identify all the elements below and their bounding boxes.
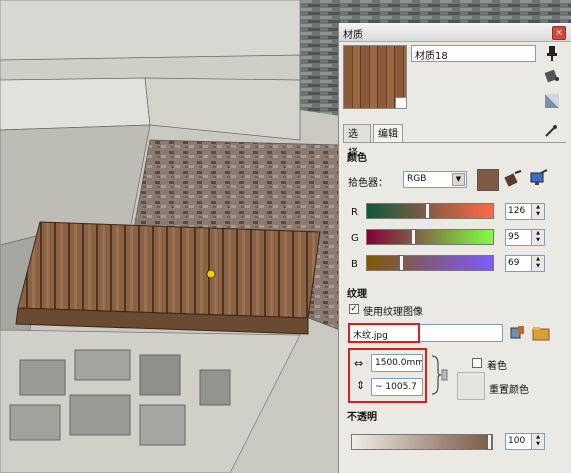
eyedropper-icon[interactable]	[544, 124, 558, 138]
texture-edit-icon[interactable]	[509, 324, 527, 342]
slider-r[interactable]	[366, 203, 494, 219]
current-color-swatch[interactable]	[477, 169, 499, 191]
close-icon[interactable]: ×	[552, 26, 566, 40]
value-g[interactable]: 95 ▲ ▼	[505, 229, 545, 246]
color-picker-select[interactable]: RGB ▼	[403, 171, 467, 188]
channel-label-r: R	[351, 207, 358, 218]
color-heading: 颜色	[347, 153, 367, 164]
paint-bucket-icon[interactable]	[544, 67, 560, 83]
material-shade-icon[interactable]	[544, 93, 560, 109]
color-picker-label: 拾色器：	[348, 178, 388, 189]
slider-b[interactable]	[366, 255, 494, 271]
height-arrows-icon: ⇕	[356, 379, 366, 392]
materials-panel: 材质 × 材质18 选择 编辑 颜色 拾色器： RGB ▼ R 126 ▲ ▼ G 9…	[338, 23, 571, 473]
value-b-text: 69	[508, 258, 520, 268]
panel-titlebar[interactable]: 材质 ×	[339, 23, 571, 42]
match-screen-color-icon[interactable]	[529, 169, 549, 189]
texture-height-field[interactable]: ~ 1005.7	[371, 378, 423, 396]
slider-b-thumb[interactable]	[399, 255, 404, 271]
opacity-slider-thumb[interactable]	[487, 434, 492, 450]
opacity-heading: 不透明	[347, 412, 377, 423]
value-b[interactable]: 69 ▲ ▼	[505, 255, 545, 272]
tab-select[interactable]: 选择	[343, 124, 371, 159]
reset-color-swatch[interactable]	[457, 372, 485, 400]
link-aspect-icon[interactable]	[429, 354, 449, 396]
spinner-g[interactable]: ▲ ▼	[531, 230, 544, 245]
highlight-filename	[348, 323, 420, 343]
opacity-value-text: 100	[508, 436, 526, 446]
texture-heading: 纹理	[347, 289, 367, 300]
colorize-checkbox[interactable]	[472, 358, 482, 368]
spinner-r[interactable]: ▲ ▼	[531, 204, 544, 219]
opacity-spinner[interactable]: ▲ ▼	[531, 434, 544, 449]
pushpin-icon[interactable]	[544, 45, 560, 61]
spinner-b[interactable]: ▲ ▼	[531, 256, 544, 271]
browse-folder-icon[interactable]	[532, 324, 552, 342]
panel-title: 材质	[343, 30, 363, 41]
opacity-slider[interactable]	[351, 434, 493, 450]
material-preview-swatch	[343, 45, 407, 109]
colorize-label: 着色	[487, 361, 507, 372]
value-g-text: 95	[508, 232, 520, 242]
chevron-down-icon[interactable]: ▼	[452, 173, 465, 186]
slider-r-thumb[interactable]	[425, 203, 430, 219]
material-name-input[interactable]: 材质18	[411, 45, 536, 62]
tab-edit[interactable]: 编辑	[373, 124, 403, 143]
match-model-color-icon[interactable]	[503, 169, 523, 189]
value-r-text: 126	[508, 206, 526, 216]
reset-color-label: 重置颜色	[489, 385, 529, 396]
texture-width-field[interactable]: 1500.0mm	[371, 354, 423, 372]
channel-label-g: G	[351, 233, 359, 244]
width-arrows-icon: ⇔	[354, 357, 364, 370]
use-texture-label: 使用纹理图像	[363, 307, 423, 318]
channel-label-b: B	[351, 259, 358, 270]
slider-g[interactable]	[366, 229, 494, 245]
value-r[interactable]: 126 ▲ ▼	[505, 203, 545, 220]
use-texture-checkbox[interactable]: ✓	[349, 304, 359, 314]
sample-paint-corner[interactable]	[395, 97, 406, 108]
color-picker-value: RGB	[407, 174, 427, 184]
slider-g-thumb[interactable]	[411, 229, 416, 245]
opacity-value[interactable]: 100 ▲ ▼	[505, 433, 545, 450]
